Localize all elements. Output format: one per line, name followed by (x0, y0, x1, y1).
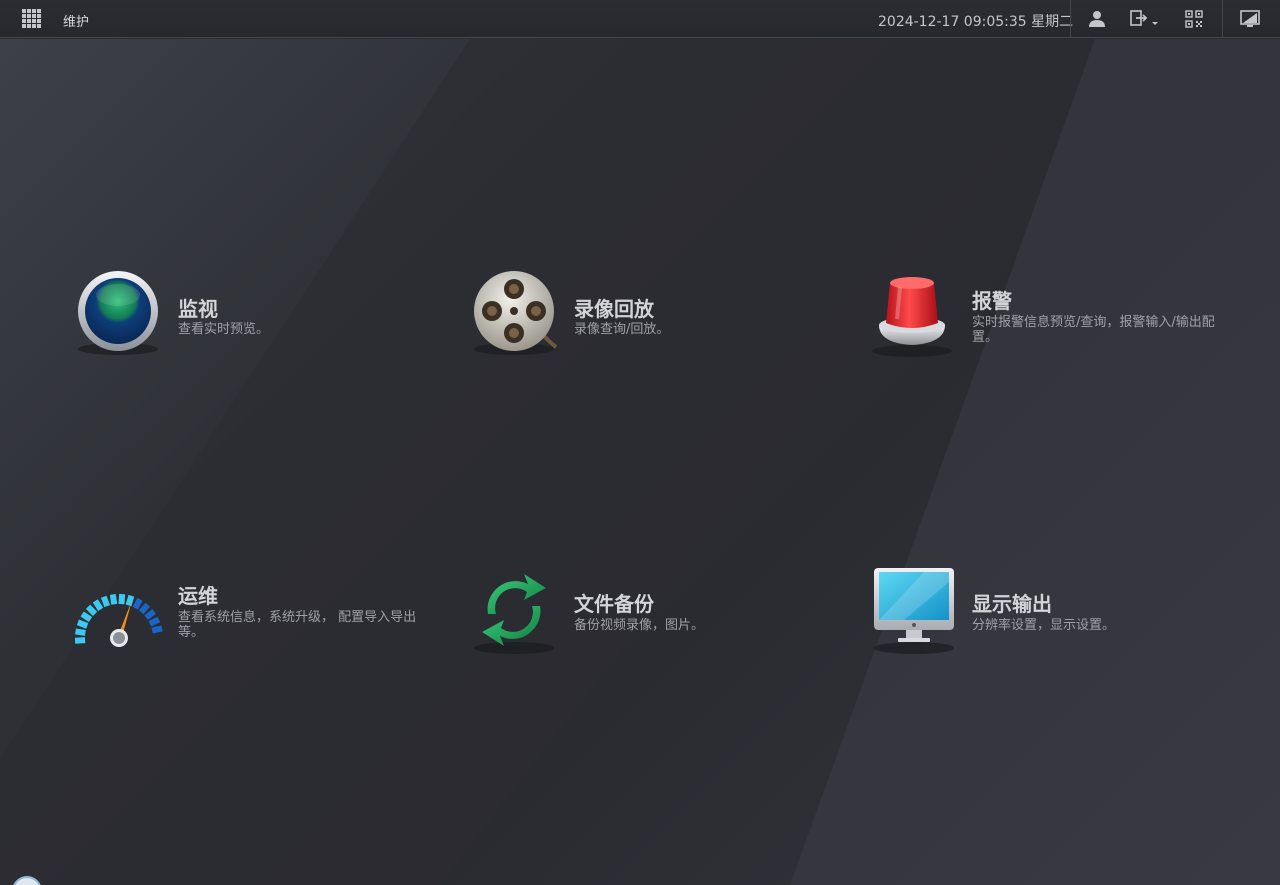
gauge-tick (76, 619, 89, 629)
gauge-tick (80, 611, 93, 622)
gauge-tick (75, 628, 86, 636)
film-reel-icon (466, 265, 562, 361)
tile-title: 监视 (178, 297, 218, 321)
logout-icon[interactable] (1128, 8, 1162, 30)
divider (1070, 0, 1071, 38)
gauge-tick (138, 602, 150, 615)
computer-monitor-icon (864, 562, 960, 658)
tile-playback[interactable]: 录像回放 录像查询/回放。 (466, 265, 766, 365)
tile-description: 分辨率设置，显示设置。 (972, 618, 1116, 633)
gauge-tick (109, 594, 118, 605)
gauge-tick (118, 593, 126, 605)
tile-description: 录像查询/回放。 (574, 322, 670, 337)
tile-title: 显示输出 (972, 592, 1052, 616)
tile-maintenance[interactable]: 运维 查看系统信息，系统升级， 配置导入导出等。 (70, 562, 440, 662)
gauge-tick (74, 637, 86, 644)
divider (1222, 0, 1223, 38)
top-bar: 维护 2024-12-17 09:05:35 星期二 (0, 0, 1280, 38)
gauge-icon (70, 562, 166, 658)
monitor-lens-icon (70, 265, 166, 361)
gauge-tick (125, 594, 135, 607)
tile-description: 实时报警信息预览/查询，报警输入/输出配置。 (972, 315, 1215, 345)
main-menu-area (0, 39, 1280, 885)
sync-arrows-icon (466, 562, 562, 658)
display-icon[interactable] (1239, 8, 1261, 30)
tile-display-output[interactable]: 显示输出 分辨率设置，显示设置。 (864, 562, 1164, 662)
tile-alarm[interactable]: 报警 实时报警信息预览/查询，报警输入/输出配置。 (864, 265, 1224, 365)
tile-live-view[interactable]: 监视 查看实时预览。 (70, 265, 370, 365)
gauge-tick (92, 599, 104, 611)
gauge-tick (100, 595, 111, 608)
gauge-tick (148, 616, 161, 627)
tile-description: 查看实时预览。 (178, 322, 270, 337)
apps-grid-icon[interactable] (22, 9, 43, 30)
tile-description: 查看系统信息，系统升级， 配置导入导出等。 (178, 610, 417, 640)
tile-title: 报警 (972, 289, 1012, 313)
tile-file-backup[interactable]: 文件备份 备份视频录像，图片。 (466, 562, 766, 662)
gauge-tick (85, 604, 98, 616)
datetime-display: 2024-12-17 09:05:35 星期二 (878, 14, 1074, 30)
gauge-tick (144, 609, 156, 620)
tile-title: 运维 (178, 584, 218, 608)
gauge-tick (151, 625, 163, 634)
gauge-tick (132, 597, 143, 610)
user-icon[interactable] (1086, 8, 1108, 30)
tile-title: 录像回放 (574, 297, 654, 321)
tile-description: 备份视频录像，图片。 (574, 618, 705, 633)
alarm-siren-icon (864, 265, 960, 361)
tile-title: 文件备份 (574, 592, 654, 616)
breadcrumb: 维护 (63, 15, 90, 30)
qr-code-icon[interactable] (1183, 8, 1205, 30)
